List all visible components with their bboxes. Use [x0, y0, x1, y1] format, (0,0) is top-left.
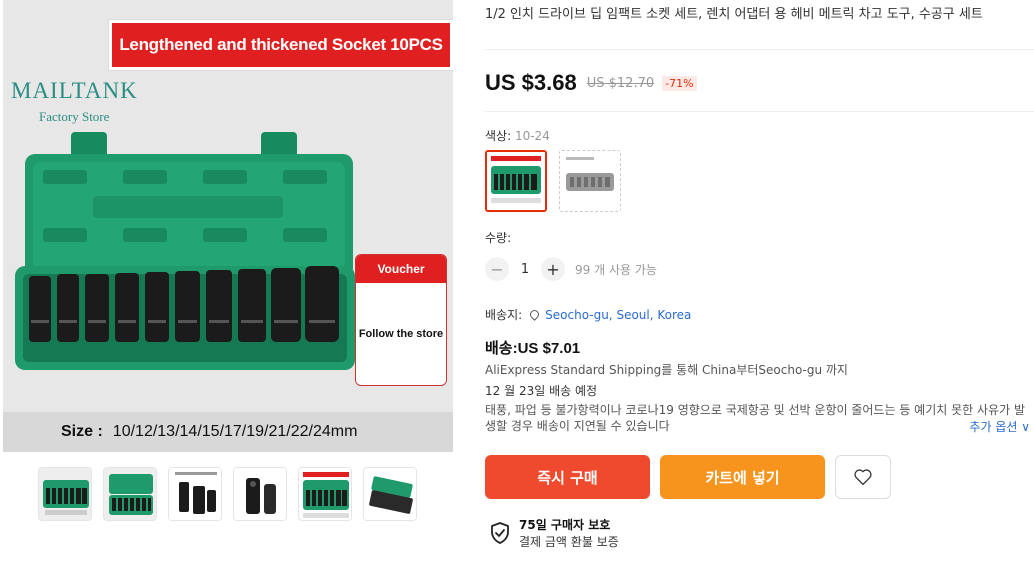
promo-banner: Lengthened and thickened Socket 10PCS	[109, 20, 453, 70]
thumbnail-2[interactable]	[103, 467, 157, 521]
product-info: 1/2 인치 드라이브 딥 임팩트 소켓 세트, 렌치 어댑터 용 헤비 메트릭…	[485, 0, 1034, 564]
socket-case-illustration	[15, 132, 355, 370]
shipping-notice: 태풍, 파업 등 불가항력이나 코로나19 영향으로 국제항공 및 선박 운항이…	[485, 403, 1025, 433]
protection-text: 75일 구매자 보호 결제 금액 환불 보증	[519, 516, 619, 550]
wishlist-button[interactable]	[835, 455, 891, 499]
color-swatches	[485, 150, 621, 212]
more-options-link[interactable]: 추가 옵션 ∨	[965, 418, 1030, 435]
ship-to-label: 배송지:	[485, 308, 523, 322]
shield-check-icon	[491, 522, 509, 544]
swatch-green-case[interactable]	[485, 150, 547, 212]
thumbnail-1[interactable]	[38, 467, 92, 521]
quantity-minus-button[interactable]: −	[485, 257, 509, 281]
original-price: US $12.70	[586, 75, 655, 91]
protection-title: 75일 구매자 보호	[519, 518, 611, 532]
divider	[485, 49, 1034, 50]
price-row: US $3.68 US $12.70 -71%	[485, 70, 697, 96]
heart-icon	[854, 469, 872, 486]
add-to-cart-button[interactable]: 카트에 넣기	[660, 455, 825, 499]
quantity-stepper: − 1 + 99 개 사용 가능	[485, 257, 657, 281]
ship-to-location[interactable]: Seocho-gu, Seoul, Korea	[545, 308, 691, 322]
product-gallery: Lengthened and thickened Socket 10PCS MA…	[0, 0, 462, 564]
voucher-title: Voucher	[356, 255, 446, 283]
thumbnail-5[interactable]	[298, 467, 352, 521]
shipping-cost: 배송:US $7.01	[485, 340, 581, 357]
color-value: 10-24	[514, 129, 550, 143]
voucher-body: Follow the store	[358, 328, 444, 340]
color-label-text: 색상:	[485, 129, 512, 143]
ship-to-row: 배송지: Seocho-gu, Seoul, Korea	[485, 306, 691, 323]
size-strip: Size : 10/12/13/14/15/17/19/21/22/24mm	[3, 412, 453, 452]
thumbnail-6[interactable]	[363, 467, 417, 521]
thumbnail-4[interactable]	[233, 467, 287, 521]
product-page: Lengthened and thickened Socket 10PCS MA…	[0, 0, 1034, 564]
buy-now-button[interactable]: 즉시 구매	[485, 455, 650, 499]
delivery-estimate: 12 월 23일 배송 예정	[485, 384, 598, 398]
brand-name: MAILTANK	[11, 78, 138, 103]
location-pin-icon	[528, 308, 542, 321]
current-price: US $3.68	[485, 70, 577, 95]
quantity-label: 수량:	[485, 231, 512, 245]
buyer-protection: 75일 구매자 보호 결제 금액 환불 보증	[489, 516, 619, 550]
size-values: 10/12/13/14/15/17/19/21/22/24mm	[112, 423, 358, 440]
thumbnail-3[interactable]	[168, 467, 222, 521]
quantity-plus-button[interactable]: +	[541, 257, 565, 281]
protection-subtitle: 결제 금액 환불 보증	[519, 535, 619, 549]
thumbnail-strip	[38, 467, 417, 521]
voucher-card[interactable]: Voucher Follow the store	[355, 254, 447, 386]
shipping-method: AliExpress Standard Shipping를 통해 China부터…	[485, 363, 848, 377]
swatch-gray-case[interactable]	[559, 150, 621, 212]
brand-subtitle: Factory Store	[39, 109, 110, 124]
discount-badge: -71%	[662, 75, 697, 91]
size-label: Size :	[61, 423, 103, 440]
divider	[485, 111, 1034, 112]
quantity-available: 99 개 사용 가능	[575, 262, 657, 277]
product-title: 1/2 인치 드라이브 딥 임팩트 소켓 세트, 렌치 어댑터 용 헤비 메트릭…	[485, 7, 983, 22]
quantity-value[interactable]: 1	[509, 262, 541, 277]
main-product-image[interactable]: Lengthened and thickened Socket 10PCS MA…	[3, 0, 453, 452]
color-label: 색상: 10-24	[485, 127, 550, 144]
